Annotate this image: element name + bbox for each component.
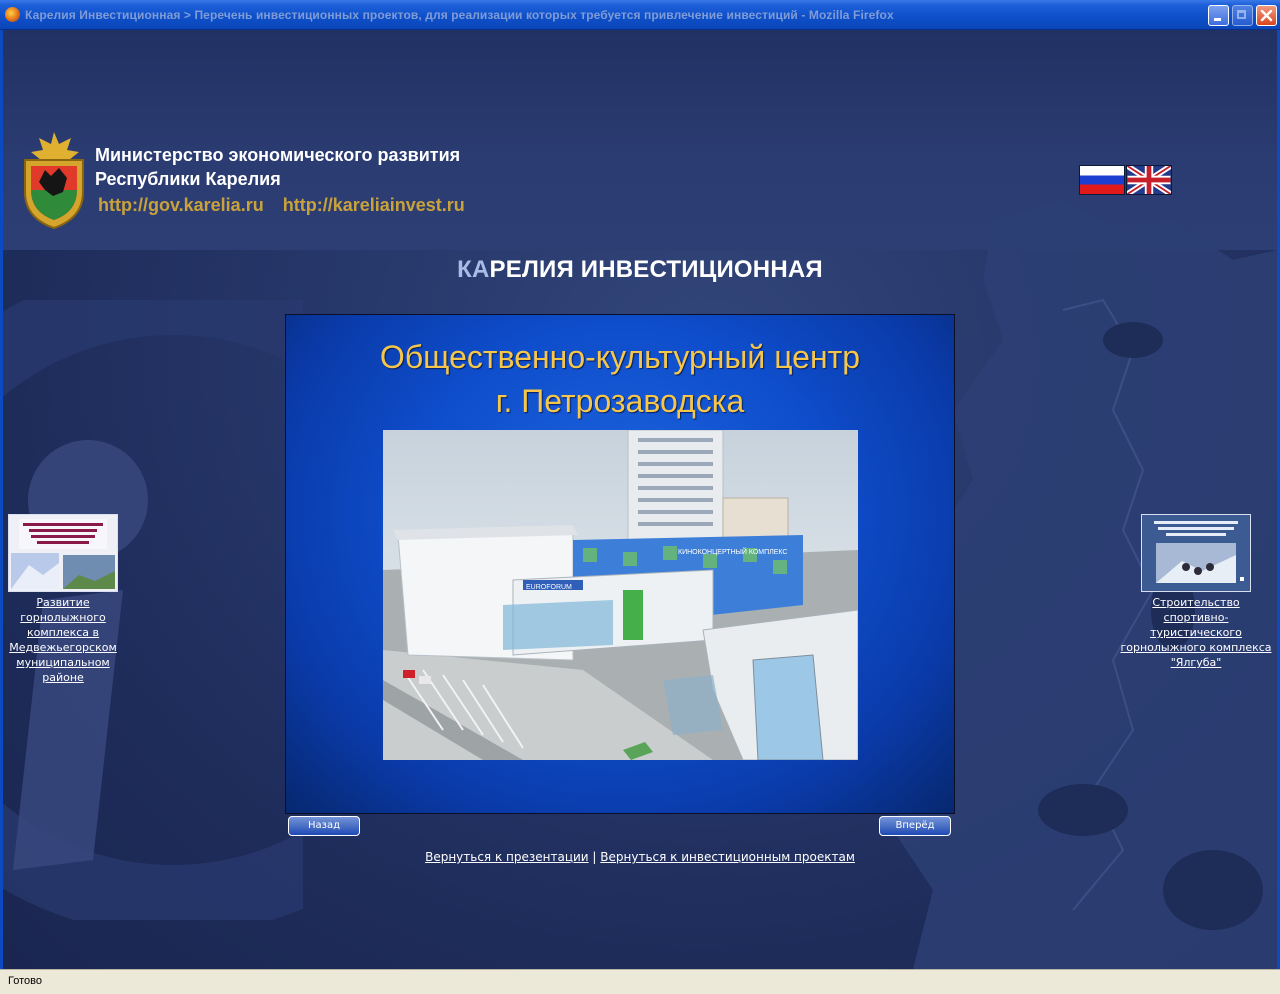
next-project-link[interactable]: Строительство спортивно-туристического г… (1120, 596, 1271, 669)
building-render-image: КИНОКОНЦЕРТНЫЙ КОМПЛЕКС EUROFORUM (383, 430, 858, 760)
site-title-highlight: КА (457, 256, 490, 283)
maximize-button[interactable] (1232, 5, 1253, 26)
back-button[interactable]: Назад (288, 816, 360, 836)
prev-project-thumbnail-image (9, 515, 117, 591)
back-to-projects-link[interactable]: Вернуться к инвестиционным проектам (600, 850, 855, 864)
uk-flag-icon[interactable] (1126, 165, 1172, 195)
footer-links: Вернуться к презентации | Вернуться к ин… (3, 850, 1277, 864)
prev-project-link[interactable]: Развитие горнолыжного комплекса в Медвеж… (9, 596, 117, 684)
gov-url-link[interactable]: http://gov.karelia.ru (98, 195, 264, 215)
site-title-rest: РЕЛИЯ ИНВЕСТИЦИОННАЯ (489, 256, 823, 283)
slide-title-line-2: г. Петрозаводска (495, 383, 745, 419)
header-urls: http://gov.karelia.ru http://kareliainve… (98, 195, 479, 216)
page-content: Министерство экономического развития Рес… (3, 30, 1277, 969)
minimize-button[interactable] (1208, 5, 1229, 26)
building-sign-2: EUROFORUM (526, 584, 572, 591)
close-icon (1260, 9, 1273, 22)
back-to-presentation-link[interactable]: Вернуться к презентации (425, 850, 589, 864)
prev-project-line-4: Медвежьегорском (9, 641, 117, 654)
next-project[interactable]: Строительство спортивно-туристического г… (1118, 514, 1274, 670)
karelia-coat-of-arms-icon (24, 132, 84, 230)
next-project-line-2: спортивно-туристического (1150, 611, 1242, 639)
slide-title: Общественно-культурный центр г. Петрозав… (286, 335, 954, 423)
russian-flag-icon[interactable] (1079, 165, 1125, 195)
forward-button[interactable]: Вперёд (879, 816, 951, 836)
prev-project-line-1: Развитие (36, 596, 90, 609)
next-project-line-4: "Ялгуба" (1170, 656, 1222, 669)
prev-project[interactable]: Развитие горнолыжного комплекса в Медвеж… (5, 514, 121, 685)
prev-project-line-3: комплекса в (26, 626, 100, 639)
ministry-name: Министерство экономического развития Рес… (95, 143, 460, 191)
window-title: Карелия Инвестиционная > Перечень инвест… (25, 8, 894, 22)
site-title: КАРЕЛИЯ ИНВЕСТИЦИОННАЯ (3, 256, 1277, 284)
slide-title-line-1: Общественно-культурный центр (379, 339, 861, 375)
presentation-slide: Общественно-культурный центр г. Петрозав… (285, 314, 955, 814)
firefox-icon (5, 7, 20, 22)
building-sign-1: КИНОКОНЦЕРТНЫЙ КОМПЛЕКС (678, 547, 787, 556)
status-text: Готово (8, 975, 42, 987)
window-titlebar[interactable]: Карелия Инвестиционная > Перечень инвест… (0, 0, 1280, 30)
ministry-line-1: Министерство экономического развития (95, 145, 461, 165)
status-bar: Готово (0, 969, 1280, 994)
prev-project-thumbnail[interactable] (8, 514, 118, 592)
prev-project-line-6: районе (42, 671, 84, 684)
close-button[interactable] (1256, 5, 1277, 26)
prev-project-line-2: горнолыжного (20, 611, 106, 624)
next-project-thumbnail[interactable] (1141, 514, 1251, 592)
next-project-thumbnail-image (1142, 515, 1250, 591)
link-separator: | (592, 850, 597, 864)
next-project-line-3: горнолыжного комплекса (1120, 641, 1272, 654)
next-project-line-1: Строительство (1152, 596, 1240, 609)
kareliainvest-url-link[interactable]: http://kareliainvest.ru (283, 195, 465, 215)
ministry-line-2: Республики Карелия (95, 169, 281, 189)
prev-project-line-5: муниципальном (16, 656, 110, 669)
